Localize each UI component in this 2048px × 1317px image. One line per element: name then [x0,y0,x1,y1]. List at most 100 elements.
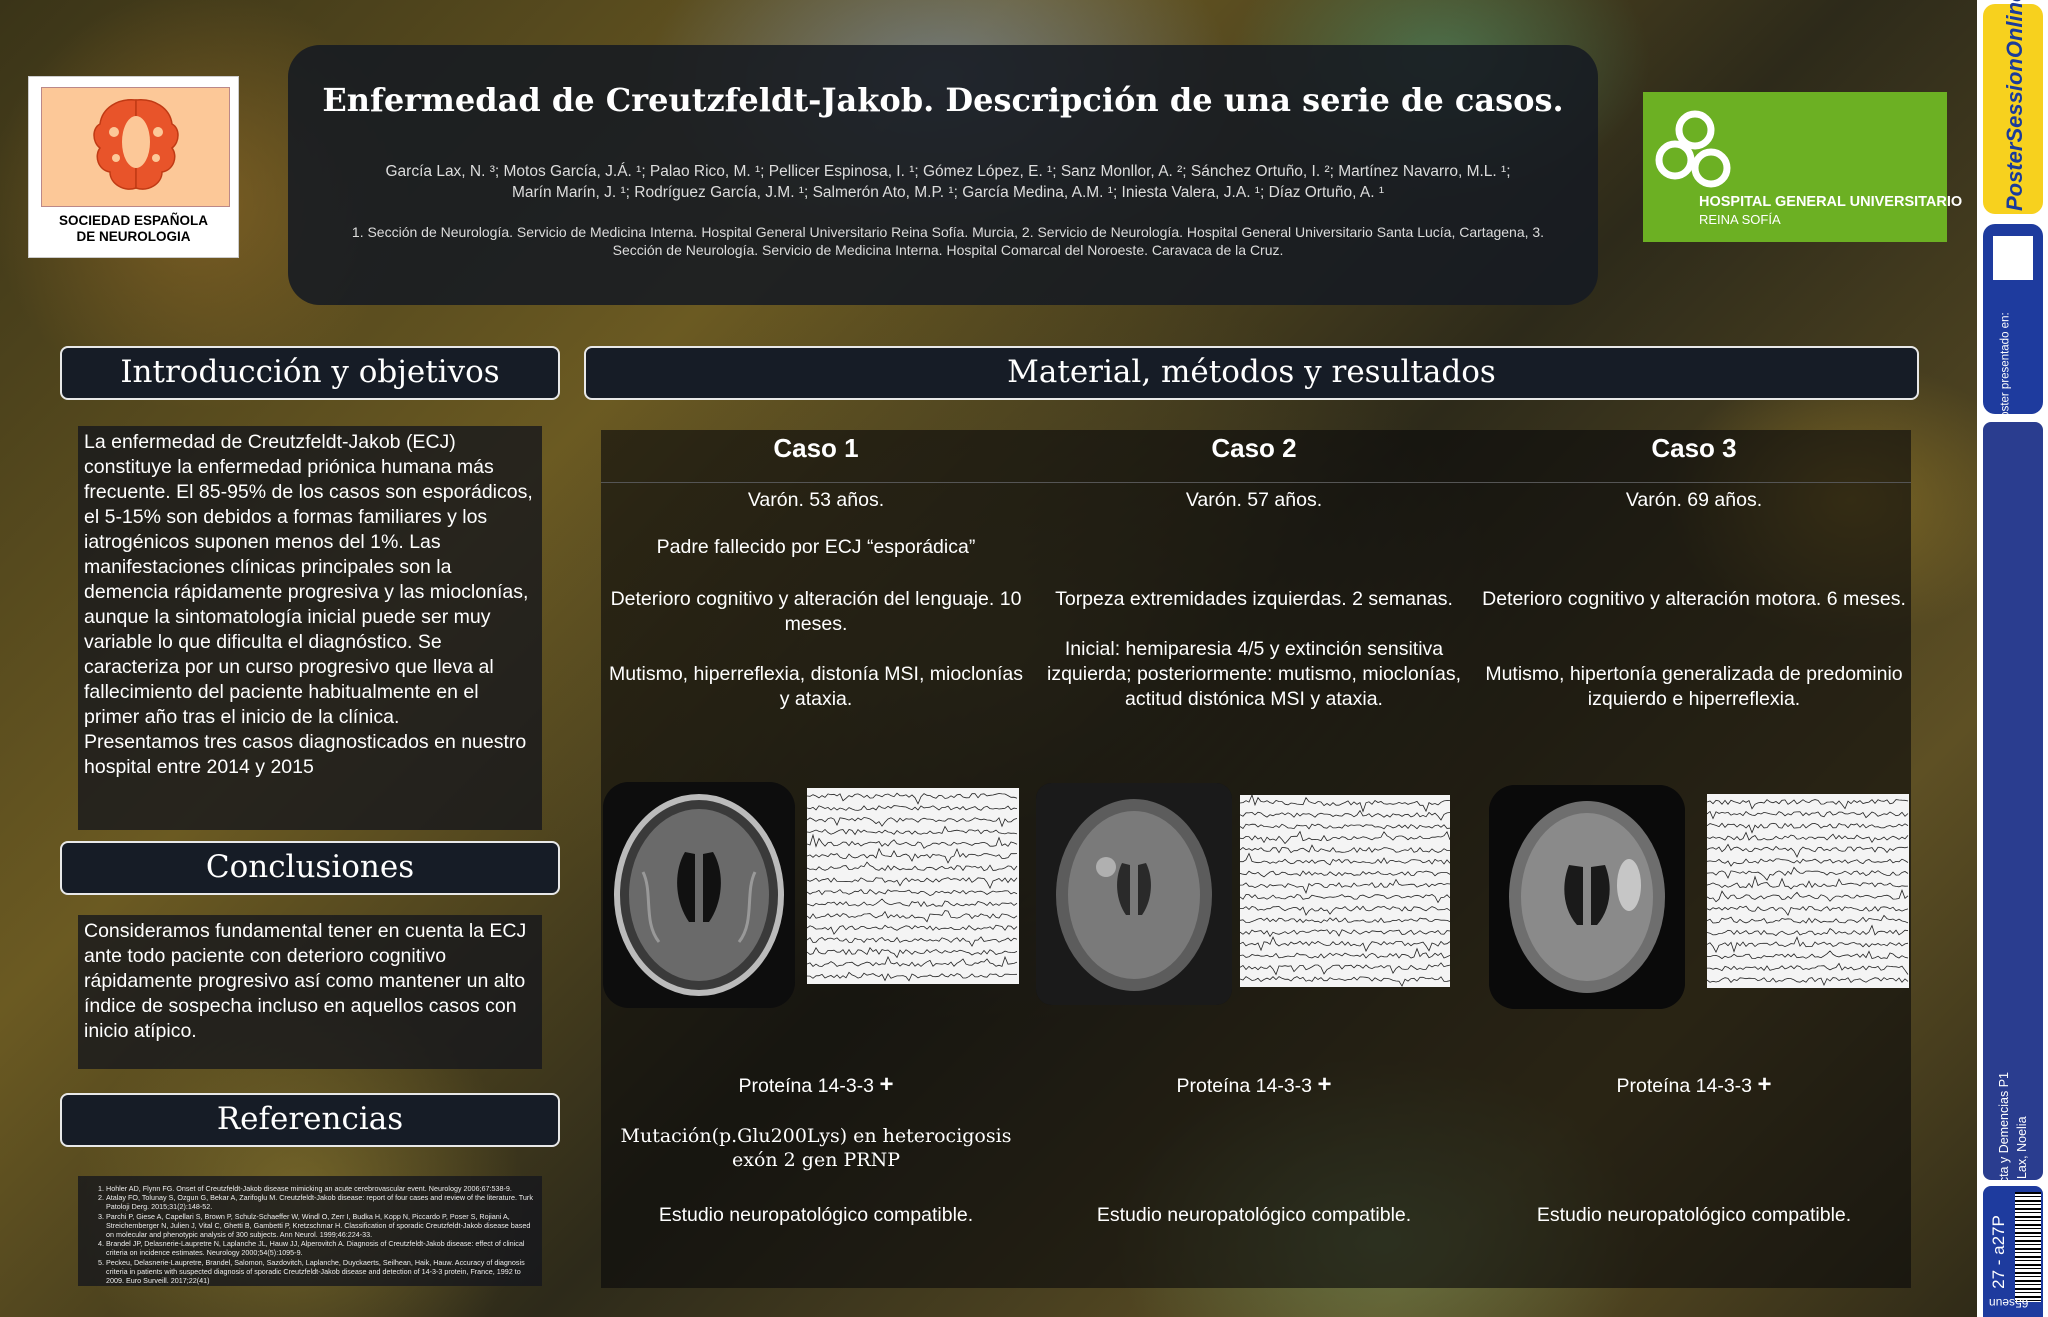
eeg-image [1240,795,1450,987]
case-2-column: Caso 2 Varón. 57 años. Torpeza extremida… [1034,430,1474,1288]
author-list: García Lax, N. ³; Motos García, J.Á. ¹; … [385,163,1511,201]
eeg-trace-icon [1707,799,1909,986]
eeg-channel-trace [1240,795,1450,813]
eeg-channel-trace [1240,852,1450,866]
eeg-channel-trace [807,817,1018,828]
case-neuropathology: Estudio neuropatológico compatible. [658,1204,974,1226]
affiliations: 1. Sección de Neurología. Servicio de Me… [351,224,1545,258]
protein-sign: + [879,1071,894,1098]
sen-caption-line1: SOCIEDAD ESPAÑOLA [58,213,208,228]
barcode-icon [2015,1192,2041,1302]
hospital-symbol-icon [1655,110,1731,188]
brand-text: PosterSessionOnline [2002,0,2027,211]
poster-id: 65seun [1989,1296,2029,1310]
eeg-channel-trace [1707,875,1909,890]
reference-item: Brandel JP, Delasnerie-Laupretre N, Lapl… [106,1239,536,1257]
eeg-channel-trace [807,805,1018,811]
brain-mri-icon [603,782,795,1008]
case-onset: Deterioro cognitivo y alteración del len… [610,588,1022,635]
eeg-channel-trace [1707,799,1909,810]
session-author: García Lax, Noelia [2015,1116,2029,1220]
eeg-channel-trace [1240,894,1450,904]
hospital-sub: REINA SOFÍA [1699,212,1781,227]
poster-session-sidebar: PosterSessionOnline Poster presentado en… [1977,0,2048,1317]
case-signs: Mutismo, hipertonía generalizada de pred… [1485,663,1903,710]
intro-paragraph: La enfermedad de Creutzfeldt-Jakob (ECJ)… [84,431,533,728]
eeg-channel-trace [1240,844,1450,854]
eeg-channel-trace [807,833,1018,849]
sen-caption-line2: DE NEUROLOGIA [76,229,191,244]
postersession-brand-badge[interactable]: PosterSessionOnline [1983,0,2043,214]
mri-image [603,782,795,1008]
eeg-channel-trace [807,847,1018,864]
session-info: Conducta y Demencias P1 García Lax, Noel… [1983,422,2043,1220]
case-title: Caso 2 [1211,433,1297,463]
eeg-channel-trace [1240,947,1450,959]
eeg-trace-icon [1240,795,1450,987]
protein-sign: + [1317,1071,1332,1098]
brain-mri-icon [1489,785,1685,1009]
case-signs: Inicial: hemiparesia 4/5 y extinción sen… [1046,638,1461,710]
references-heading: Referencias [60,1093,560,1147]
cases-panel: Caso 1 Varón. 53 años. Padre fallecido p… [601,430,1911,1288]
poster-code-badge: 27 - a27P 65seun [1983,1186,2043,1317]
eeg-image [807,788,1019,984]
eeg-channel-trace [1707,905,1909,917]
eeg-channel-trace [807,825,1018,836]
eeg-channel-trace [1240,929,1450,938]
eeg-channel-trace [1240,976,1450,987]
eeg-channel-trace [1707,924,1909,937]
poster-title: Enfermedad de Creutzfeldt-Jakob. Descrip… [322,81,1564,119]
case-patient: Varón. 57 años. [1185,489,1323,511]
eeg-channel-trace [1707,962,1909,975]
references-list: Hohler AD, Flynn FG. Onset of Creutzfeld… [78,1176,542,1286]
mri-image [1036,783,1232,1005]
eeg-channel-trace [807,924,1018,935]
eeg-channel-trace [807,889,1018,897]
case-title: Caso 1 [773,433,859,463]
eeg-channel-trace [1240,823,1450,830]
sen-logo-emblem [41,87,230,207]
case-onset: Deterioro cognitivo y alteración motora.… [1482,588,1906,610]
eeg-channel-trace [807,971,1018,982]
conclusions-heading: Conclusiones [60,841,560,895]
intro-paragraph: Presentamos tres casos diagnosticados en… [84,731,527,778]
session-name: Conducta y Demencias P1 [1997,1072,2011,1220]
eeg-channel-trace [1707,858,1909,867]
protein-label: Proteína 14-3-3 [1616,1075,1753,1097]
case-protein: Proteína 14-3-3 + [1034,1071,1474,1099]
protein-sign: + [1757,1071,1772,1098]
conclusions-text: Consideramos fundamental tener en cuenta… [78,915,542,1069]
reference-item: Peckeu, Delasnerie-Laupretre, Brandel, S… [106,1258,536,1286]
eeg-channel-trace [1707,977,1909,986]
intro-heading: Introducción y objetivos [60,346,560,400]
eeg-channel-trace [1240,936,1450,952]
eeg-channel-trace [1707,810,1909,820]
eeg-channel-trace [1707,831,1909,844]
eeg-image [1707,794,1909,988]
brain-icon [93,99,179,190]
presented-at-badge: Poster presentado en: [1983,224,2043,426]
case-family-history: Padre fallecido por ECJ “esporádica” [656,536,976,558]
poster-header: Enfermedad de Creutzfeldt-Jakob. Descrip… [288,45,1598,305]
brain-mri-icon [1036,783,1232,1005]
hospital-name: HOSPITAL GENERAL UNIVERSITARIO [1699,194,1963,210]
case-title: Caso 3 [1651,433,1737,463]
eeg-channel-trace [1240,905,1450,916]
eeg-channel-trace [807,910,1018,923]
eeg-channel-trace [1240,830,1450,845]
case-patient: Varón. 53 años. [747,489,885,511]
case-mutation: Mutación(p.Glu200Lys) en heterocigosis e… [620,1125,1012,1171]
case-protein: Proteína 14-3-3 + [1477,1071,1911,1099]
eeg-trace-icon [807,792,1018,982]
hospital-logo: HOSPITAL GENERAL UNIVERSITARIO REINA SOF… [1643,92,1962,242]
eeg-channel-trace [1240,809,1450,821]
intro-text: La enfermedad de Creutzfeldt-Jakob (ECJ)… [78,426,542,830]
eeg-channel-trace [807,947,1018,959]
sen-mini-logo-icon [1993,236,2033,280]
eeg-channel-trace [1707,843,1909,858]
presented-text: Poster presentado en: [1999,312,2012,426]
protein-label: Proteína 14-3-3 [738,1075,875,1097]
reference-item: Hohler AD, Flynn FG. Onset of Creutzfeld… [106,1184,536,1193]
reference-item: Atalay FO, Tolunay S, Ozgun G, Bekar A, … [106,1193,536,1211]
